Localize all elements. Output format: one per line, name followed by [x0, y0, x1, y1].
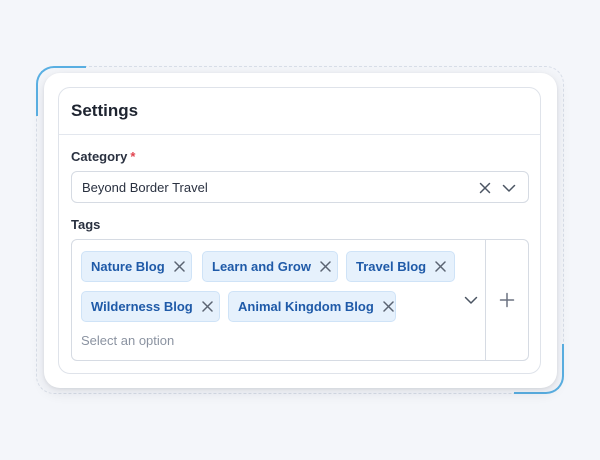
tags-placeholder: Select an option [81, 333, 175, 348]
close-icon[interactable] [173, 261, 185, 272]
category-label-text: Category [71, 149, 128, 164]
close-icon[interactable] [320, 261, 331, 272]
tag-label: Wilderness Blog [91, 299, 193, 314]
tag-chip: Animal Kingdom Blog [228, 291, 396, 322]
category-label: Category * [71, 149, 135, 164]
tags-label-text: Tags [71, 217, 101, 232]
tag-chip: Learn and Grow [202, 251, 338, 282]
tags-label: Tags [71, 217, 100, 232]
close-icon[interactable] [383, 301, 394, 312]
tags-multiselect[interactable]: Nature Blog Learn and Grow Travel Blog W… [71, 239, 529, 361]
close-icon[interactable] [201, 301, 213, 312]
card-title: Settings [71, 101, 139, 120]
close-icon[interactable] [435, 261, 446, 272]
close-icon[interactable] [476, 179, 494, 197]
required-indicator: * [130, 149, 136, 164]
tag-chip: Wilderness Blog [81, 291, 220, 322]
tag-label: Animal Kingdom Blog [238, 299, 374, 314]
tag-label: Learn and Grow [212, 259, 311, 274]
plus-icon [499, 292, 515, 308]
category-select-value: Beyond Border Travel [82, 179, 208, 195]
chevron-down-icon[interactable] [500, 179, 518, 197]
tag-label: Travel Blog [356, 259, 427, 274]
card-header: Settings [59, 88, 540, 135]
tag-label: Nature Blog [91, 259, 165, 274]
chevron-down-icon[interactable] [462, 291, 480, 309]
tag-chip: Travel Blog [346, 251, 455, 282]
category-select[interactable]: Beyond Border Travel [71, 171, 529, 203]
add-tag-button[interactable] [485, 240, 528, 360]
settings-card: Settings Category * Beyond Border Travel … [58, 87, 541, 374]
tag-chip: Nature Blog [81, 251, 192, 282]
